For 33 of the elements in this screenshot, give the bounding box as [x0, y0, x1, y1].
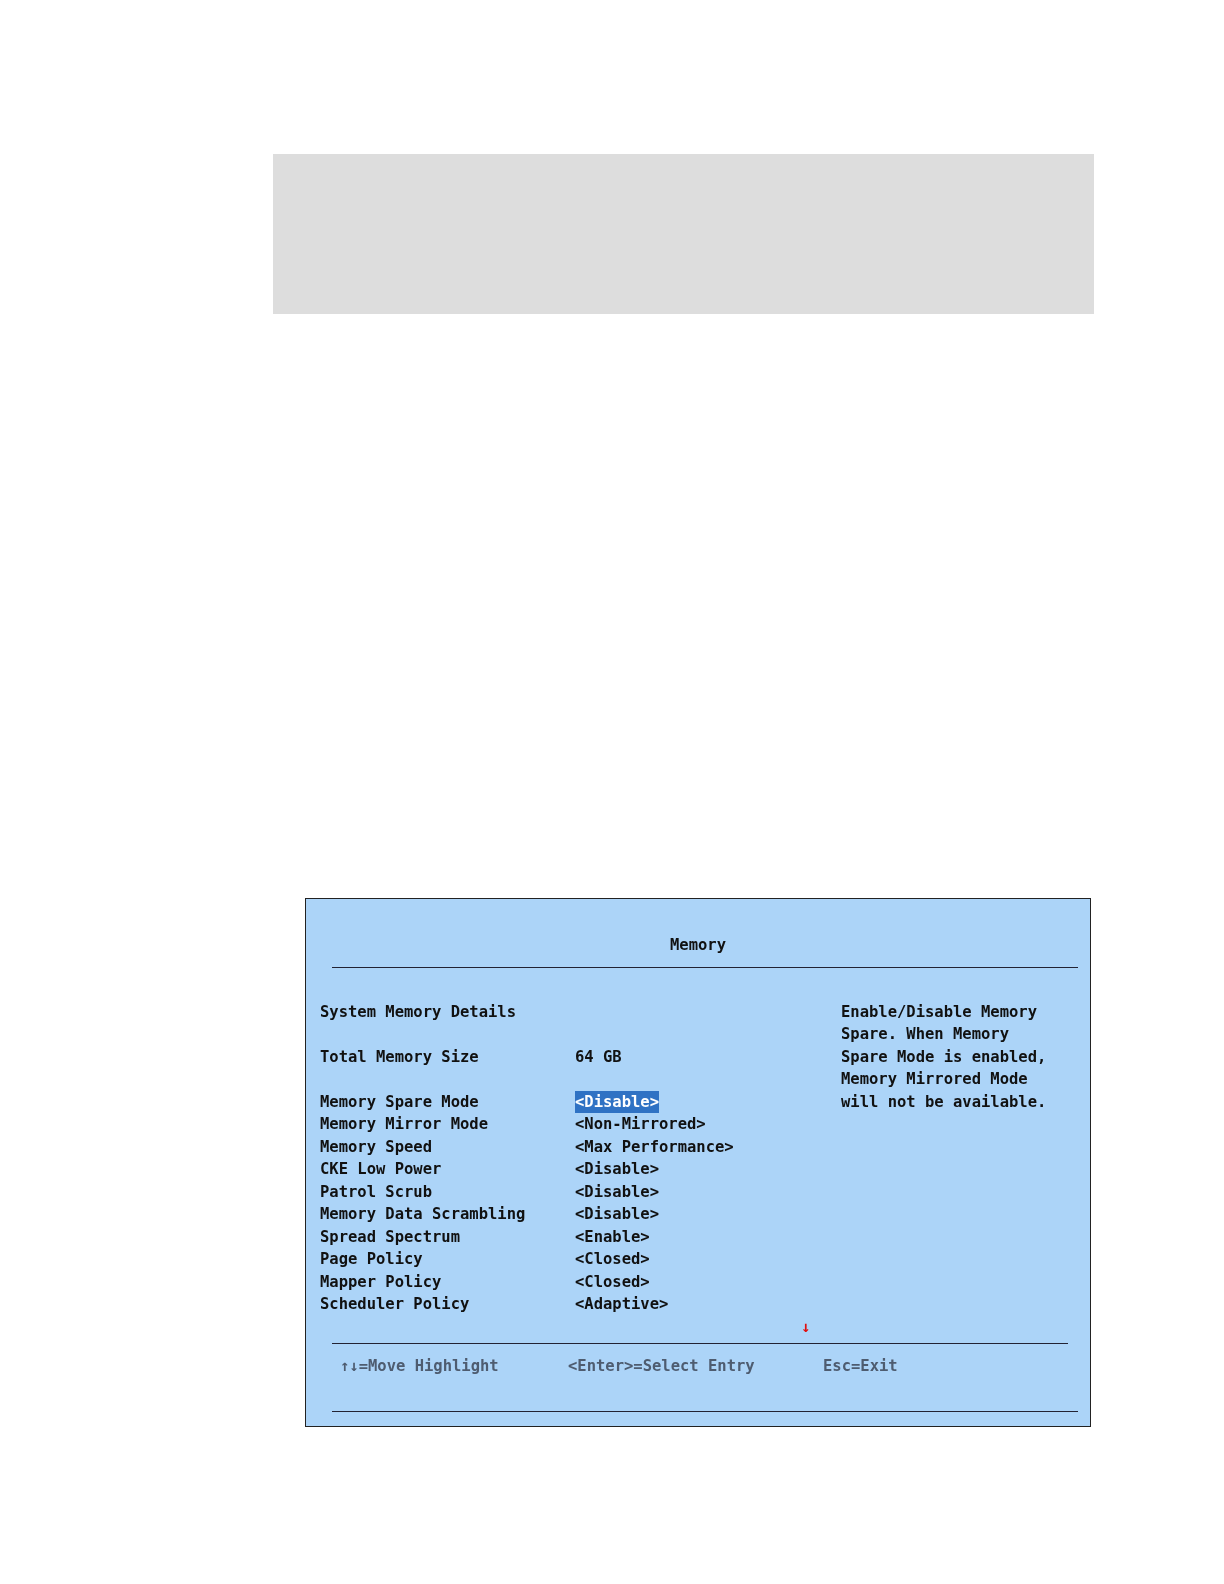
help-text: Memory Mirrored Mode — [841, 1069, 1029, 1090]
setting-label: Memory Speed — [320, 1136, 433, 1158]
setting-label: Memory Data Scrambling — [320, 1204, 527, 1225]
option-value[interactable]: <Enable> — [575, 1225, 650, 1248]
scroll-down-indicator: ↓ — [801, 1316, 811, 1338]
option-value[interactable]: <Closed> — [575, 1270, 650, 1293]
screen-title: Memory — [670, 935, 726, 956]
option-value[interactable]: <Disable> — [575, 1090, 659, 1113]
setting-label: Scheduler Policy — [320, 1294, 471, 1315]
setting-value: 64 GB — [575, 1046, 622, 1068]
option-value[interactable]: <Disable> — [575, 1158, 659, 1181]
setting-label: Patrol Scrub — [320, 1181, 433, 1203]
option-value[interactable]: <Closed> — [575, 1248, 650, 1271]
setting-label: Memory Mirror Mode — [320, 1114, 489, 1135]
section-heading: System Memory Details — [320, 1001, 516, 1023]
help-text: Enable/Disable Memory — [841, 1001, 1038, 1023]
setting-label: CKE Low Power — [320, 1159, 443, 1180]
option-value[interactable]: <Max Performance> — [575, 1135, 734, 1158]
option-value[interactable]: <Non-Mirrored> — [575, 1113, 706, 1136]
key-hint: <Enter>=Select Entry — [568, 1357, 755, 1375]
help-text: Spare Mode is enabled, — [841, 1046, 1047, 1068]
help-text: Spare. When Memory — [841, 1024, 1010, 1045]
key-hint: Esc=Exit — [823, 1357, 898, 1375]
help-text: will not be available. — [841, 1091, 1047, 1113]
setting-label: Total Memory Size — [320, 1046, 480, 1068]
setting-label: Mapper Policy — [320, 1271, 443, 1293]
option-value[interactable]: <Disable> — [575, 1203, 659, 1226]
key-hint: ↑↓=Move Highlight — [340, 1357, 499, 1375]
setting-label: Page Policy — [320, 1249, 424, 1270]
option-value[interactable]: <Disable> — [575, 1180, 659, 1203]
option-value[interactable]: <Adaptive> — [575, 1293, 669, 1316]
setting-label: Memory Spare Mode — [320, 1091, 480, 1113]
setting-label: Spread Spectrum — [320, 1226, 461, 1248]
